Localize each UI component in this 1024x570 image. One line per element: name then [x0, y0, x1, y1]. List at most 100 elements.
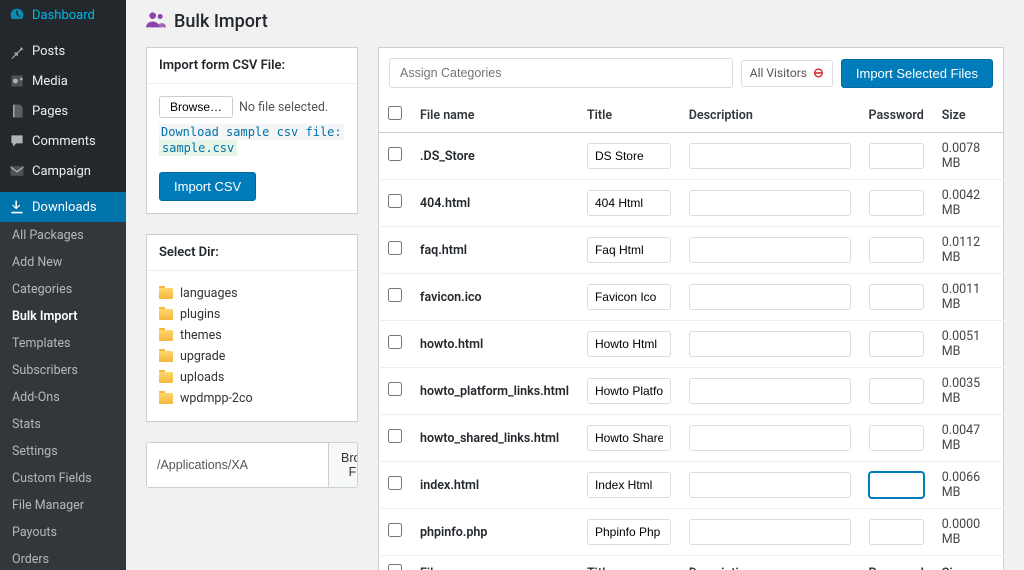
select-dir-panel: Select Dir: languagespluginsthemesupgrad… [146, 234, 358, 422]
dir-item-themes[interactable]: themes [159, 325, 345, 346]
title-input[interactable] [587, 472, 671, 498]
table-row: favicon.ico 0.0011 MB [379, 274, 1004, 321]
title-input[interactable] [587, 284, 671, 310]
dir-item-uploads[interactable]: uploads [159, 367, 345, 388]
submenu-item-file-manager[interactable]: File Manager [0, 492, 126, 519]
download-sample-label: Download sample csv file: [159, 124, 344, 140]
row-checkbox[interactable] [388, 147, 402, 161]
import-selected-top-button[interactable]: Import Selected Files [841, 59, 993, 88]
description-input[interactable] [689, 472, 851, 498]
description-input[interactable] [689, 143, 851, 169]
cell-filename: howto.html [411, 321, 578, 368]
select-all-footer-checkbox[interactable] [388, 564, 402, 570]
sidebar-item-campaign[interactable]: Campaign [0, 156, 126, 186]
select-all-checkbox[interactable] [388, 106, 402, 120]
submenu-item-categories[interactable]: Categories [0, 276, 126, 303]
description-input[interactable] [689, 331, 851, 357]
description-input[interactable] [689, 425, 851, 451]
password-input[interactable] [869, 331, 924, 357]
page-title: Bulk Import [174, 11, 268, 32]
submenu-item-orders[interactable]: Orders [0, 546, 126, 570]
row-checkbox[interactable] [388, 194, 402, 208]
description-input[interactable] [689, 237, 851, 263]
title-input[interactable] [587, 425, 671, 451]
browse-files-button[interactable]: Browse Files [328, 443, 358, 487]
col-title: Title [578, 98, 680, 133]
description-input[interactable] [689, 519, 851, 545]
browse-csv-button[interactable]: Browse… [159, 96, 233, 118]
submenu-item-stats[interactable]: Stats [0, 411, 126, 438]
media-icon [8, 73, 26, 89]
description-input[interactable] [689, 284, 851, 310]
cell-size: 0.0011 MB [933, 274, 1004, 321]
row-checkbox[interactable] [388, 288, 402, 302]
sidebar-item-media[interactable]: Media [0, 66, 126, 96]
dir-label: upgrade [180, 349, 225, 364]
password-input[interactable] [869, 425, 924, 451]
submenu-item-all-packages[interactable]: All Packages [0, 222, 126, 249]
submenu-item-add-ons[interactable]: Add-Ons [0, 384, 126, 411]
files-table: File name Title Description Password Siz… [378, 98, 1004, 570]
cell-size: 0.0051 MB [933, 321, 1004, 368]
dir-item-languages[interactable]: languages [159, 283, 345, 304]
cell-filename: howto_shared_links.html [411, 415, 578, 462]
path-input[interactable] [147, 443, 328, 487]
submenu-item-payouts[interactable]: Payouts [0, 519, 126, 546]
import-csv-button[interactable]: Import CSV [159, 172, 256, 201]
description-input[interactable] [689, 190, 851, 216]
submenu-item-templates[interactable]: Templates [0, 330, 126, 357]
downloads-submenu: All PackagesAdd NewCategoriesBulk Import… [0, 222, 126, 570]
submenu-item-subscribers[interactable]: Subscribers [0, 357, 126, 384]
sample-csv-link[interactable]: sample.csv [159, 140, 237, 156]
title-input[interactable] [587, 143, 671, 169]
password-input[interactable] [869, 472, 924, 498]
row-checkbox[interactable] [388, 335, 402, 349]
row-checkbox[interactable] [388, 241, 402, 255]
row-checkbox[interactable] [388, 523, 402, 537]
dir-item-upgrade[interactable]: upgrade [159, 346, 345, 367]
sidebar-item-downloads[interactable]: Downloads [0, 192, 126, 222]
submenu-item-add-new[interactable]: Add New [0, 249, 126, 276]
sidebar-item-label: Posts [32, 44, 65, 59]
table-row: howto.html 0.0051 MB [379, 321, 1004, 368]
submenu-item-custom-fields[interactable]: Custom Fields [0, 465, 126, 492]
sidebar-item-posts[interactable]: Posts [0, 36, 126, 66]
password-input[interactable] [869, 284, 924, 310]
cell-size: 0.0078 MB [933, 133, 1004, 180]
file-toolbar: All Visitors ⊖ Import Selected Files [378, 47, 1004, 98]
sidebar-item-pages[interactable]: Pages [0, 96, 126, 126]
title-input[interactable] [587, 378, 671, 404]
password-input[interactable] [869, 519, 924, 545]
sidebar-item-comments[interactable]: Comments [0, 126, 126, 156]
title-input[interactable] [587, 190, 671, 216]
row-checkbox[interactable] [388, 429, 402, 443]
sidebar-item-label: Pages [32, 104, 68, 119]
row-checkbox[interactable] [388, 382, 402, 396]
title-input[interactable] [587, 237, 671, 263]
folder-icon [159, 393, 173, 404]
remove-tag-icon[interactable]: ⊖ [813, 66, 824, 81]
folder-icon [159, 372, 173, 383]
csv-import-panel: Import form CSV File: Browse… No file se… [146, 47, 358, 214]
sidebar-item-dashboard[interactable]: Dashboard [0, 0, 126, 30]
dir-item-wpdmpp-2co[interactable]: wpdmpp-2co [159, 388, 345, 409]
comments-icon [8, 133, 26, 149]
row-checkbox[interactable] [388, 476, 402, 490]
submenu-item-settings[interactable]: Settings [0, 438, 126, 465]
submenu-item-bulk-import[interactable]: Bulk Import [0, 303, 126, 330]
title-input[interactable] [587, 519, 671, 545]
description-input[interactable] [689, 378, 851, 404]
dir-item-plugins[interactable]: plugins [159, 304, 345, 325]
title-input[interactable] [587, 331, 671, 357]
cell-filename: favicon.ico [411, 274, 578, 321]
assign-categories-input[interactable] [389, 58, 733, 88]
page-header: Bulk Import [126, 0, 1024, 47]
visitor-tag[interactable]: All Visitors ⊖ [741, 60, 833, 87]
dir-label: uploads [180, 370, 224, 385]
password-input[interactable] [869, 143, 924, 169]
csv-panel-header: Import form CSV File: [147, 48, 357, 84]
dir-label: plugins [180, 307, 220, 322]
password-input[interactable] [869, 237, 924, 263]
password-input[interactable] [869, 190, 924, 216]
password-input[interactable] [869, 378, 924, 404]
